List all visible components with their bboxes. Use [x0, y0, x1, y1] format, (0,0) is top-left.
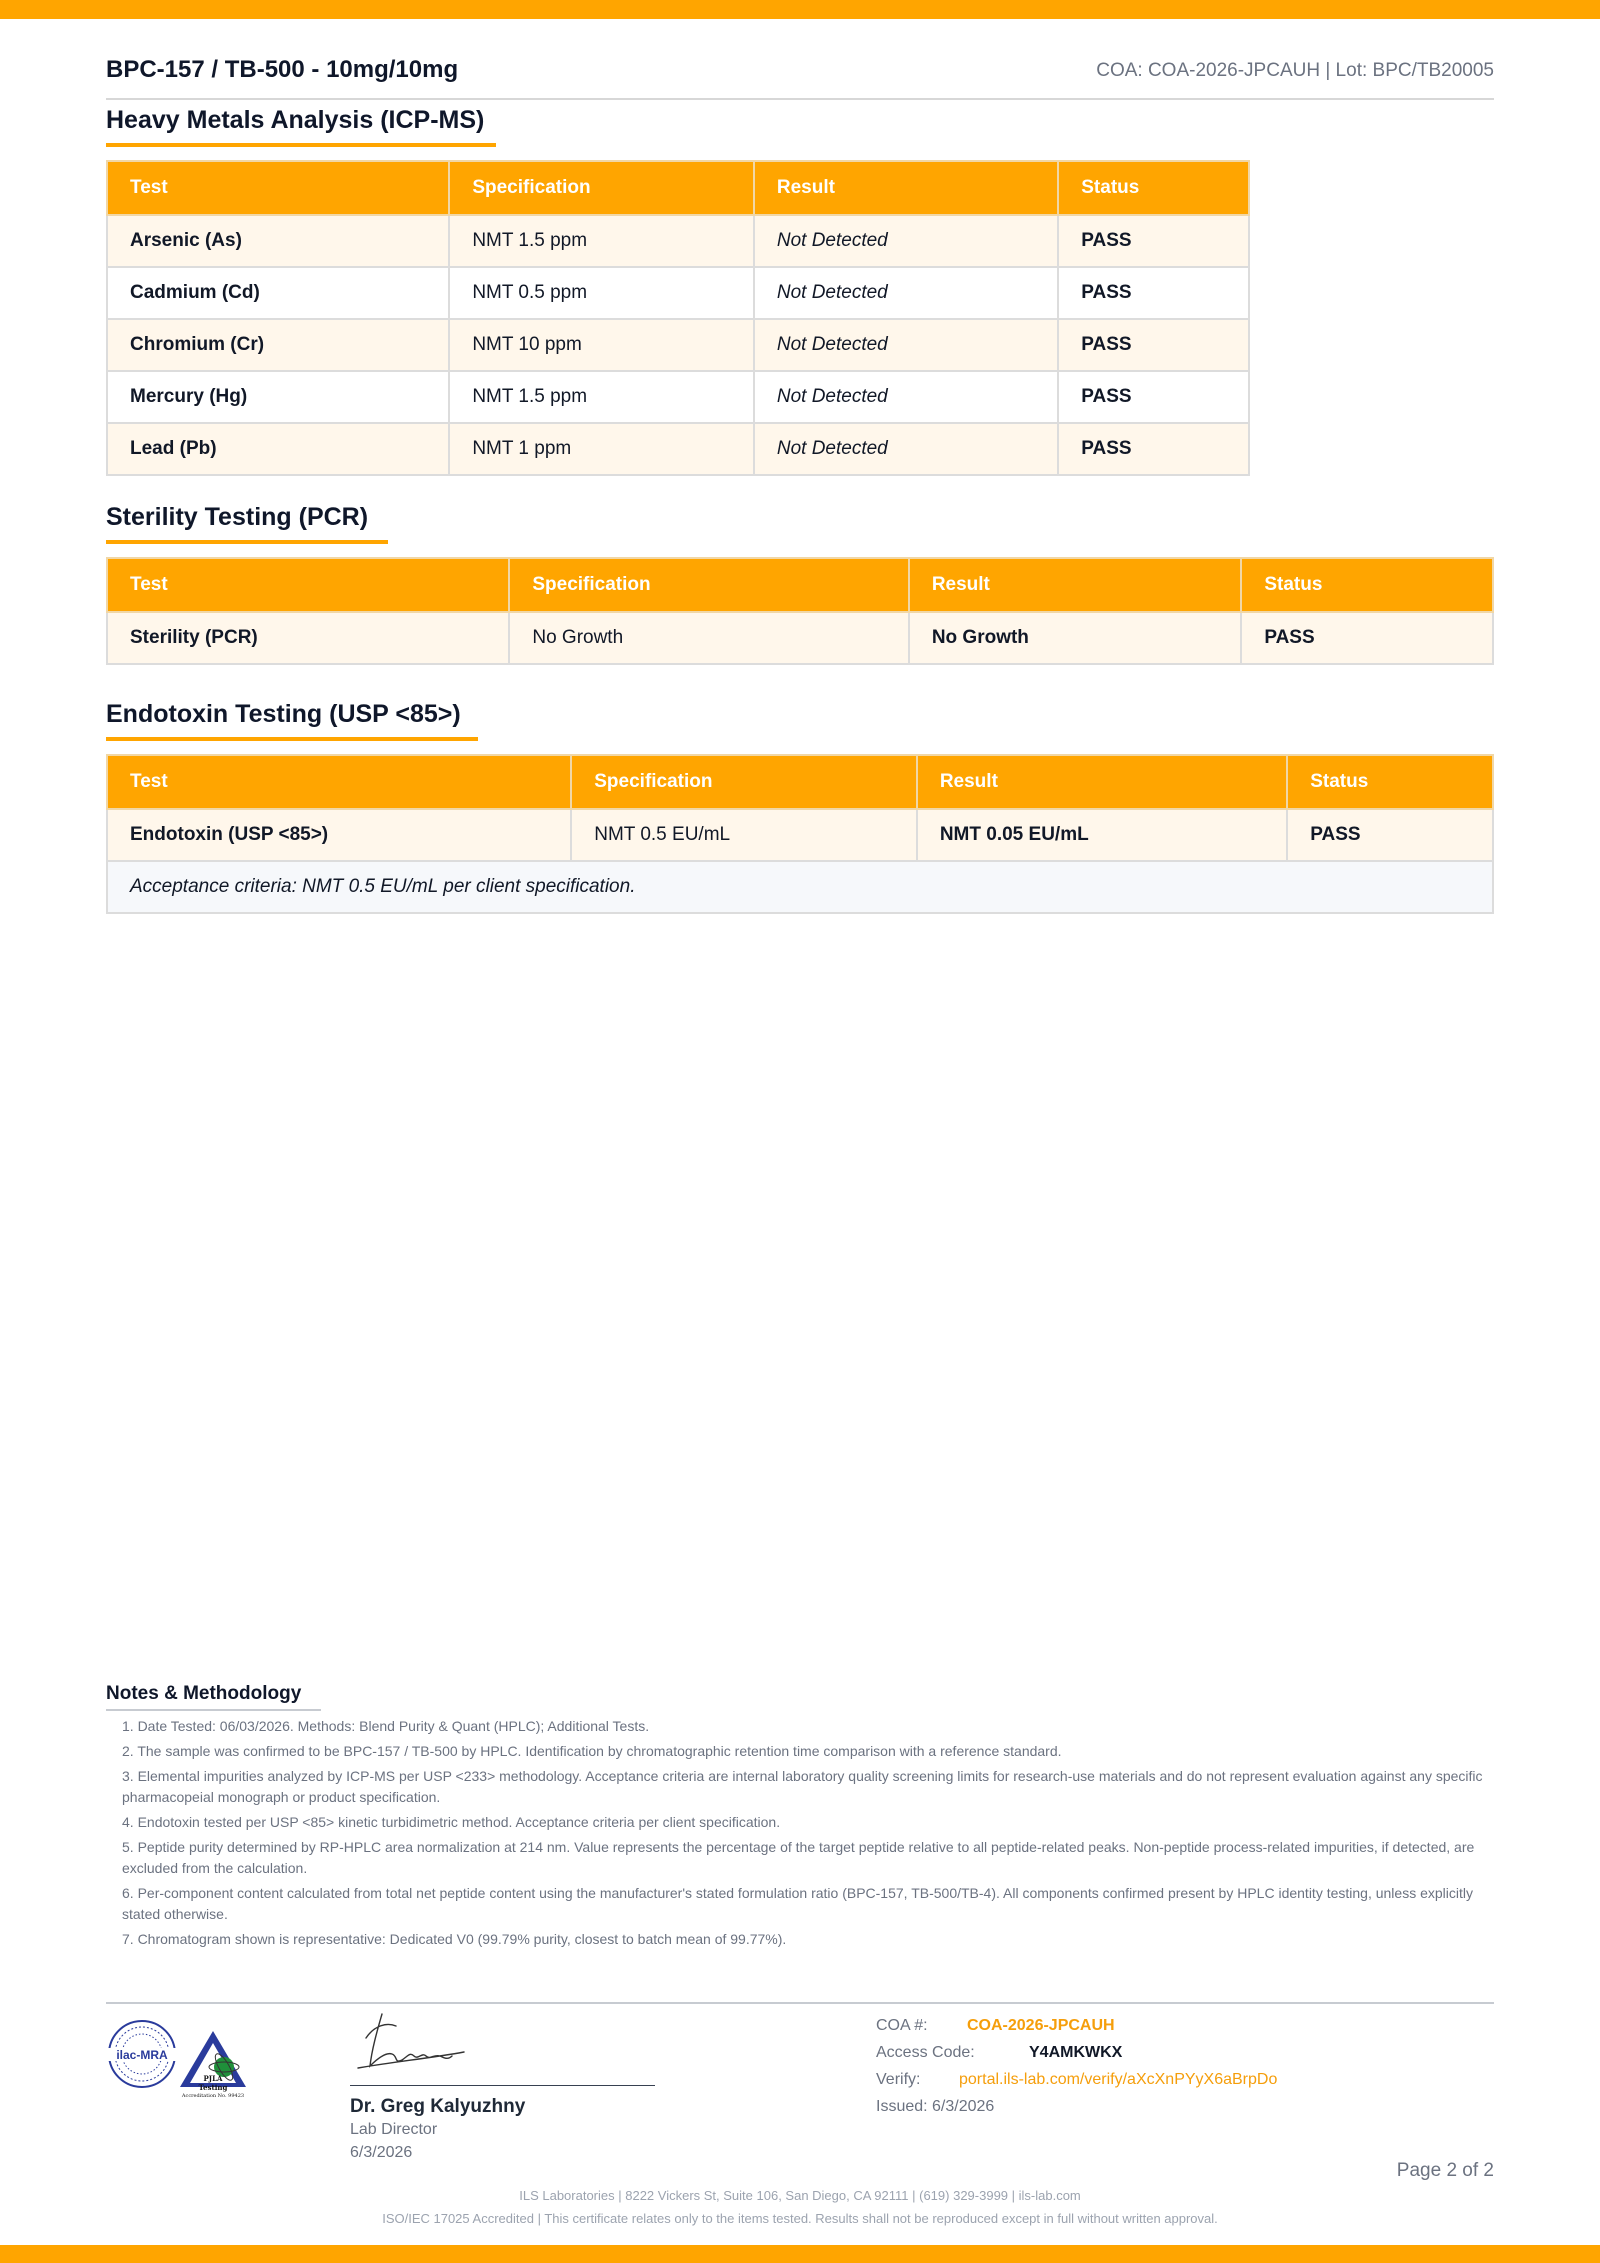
test-name: Sterility (PCR) — [105, 611, 511, 665]
result: Not Detected — [752, 266, 1060, 320]
heavy-metals-title: Heavy Metals Analysis (ICP-MS) — [106, 106, 496, 147]
specification: NMT 0.5 EU/mL — [570, 808, 918, 862]
result: No Growth — [907, 611, 1243, 665]
test-name: Endotoxin (USP <85>) — [105, 808, 573, 862]
test-name: Chromium (Cr) — [105, 318, 451, 372]
access-code-row: Access Code: Y4AMKWKX — [876, 2044, 1277, 2071]
status-pass: PASS — [1057, 318, 1250, 372]
verify-label: Verify: — [876, 2071, 921, 2088]
result: Not Detected — [752, 318, 1060, 372]
notes-list: 1. Date Tested: 06/03/2026. Methods: Ble… — [122, 1716, 1494, 1954]
table-row: Arsenic (As) NMT 1.5 ppm Not Detected PA… — [105, 214, 1250, 268]
column-header-test: Test — [105, 754, 573, 810]
note-item: 3. Elemental impurities analyzed by ICP-… — [122, 1768, 1483, 1805]
status-pass: PASS — [1057, 370, 1250, 424]
note-item: 2. The sample was confirmed to be BPC-15… — [122, 1743, 1062, 1759]
result: NMT 0.05 EU/mL — [915, 808, 1289, 862]
status-pass: PASS — [1057, 266, 1250, 320]
notes-title: Notes & Methodology — [106, 1683, 321, 1711]
specification: NMT 10 ppm — [448, 318, 755, 372]
column-header-specification: Specification — [508, 557, 910, 613]
page-number: Page 2 of 2 — [1396, 2160, 1494, 2181]
result: Not Detected — [752, 422, 1060, 476]
note-item: 1. Date Tested: 06/03/2026. Methods: Ble… — [122, 1718, 650, 1734]
ilac-mra-logo: ilac-MRA — [108, 2020, 176, 2088]
acceptance-note-row: Acceptance criteria: NMT 0.5 EU/mL per c… — [106, 860, 1494, 914]
specification: NMT 1.5 ppm — [448, 214, 755, 268]
footer-divider — [106, 2002, 1494, 2004]
column-header-test: Test — [105, 557, 511, 613]
coa-lot-info: COA: COA-2026-JPCAUH | Lot: BPC/TB20005 — [1096, 60, 1494, 81]
specification: NMT 1 ppm — [448, 422, 755, 476]
product-title: BPC-157 / TB-500 - 10mg/10mg — [106, 56, 459, 83]
acceptance-criteria-note: Acceptance criteria: NMT 0.5 EU/mL per c… — [106, 860, 1494, 914]
sterility-title: Sterility Testing (PCR) — [106, 503, 388, 544]
signatory-role: Lab Director — [350, 2121, 438, 2138]
document-header: BPC-157 / TB-500 - 10mg/10mg COA: COA-20… — [106, 52, 1494, 100]
specification: NMT 0.5 ppm — [448, 266, 755, 320]
specification: No Growth — [508, 611, 910, 665]
table-header-row: Test Specification Result Status — [105, 557, 1494, 613]
coa-number-row: COA #: COA-2026-JPCAUH — [876, 2017, 1277, 2044]
status-pass: PASS — [1286, 808, 1494, 862]
endotoxin-title: Endotoxin Testing (USP <85>) — [106, 700, 478, 741]
signature-date: 6/3/2026 — [350, 2144, 413, 2161]
access-code-label: Access Code: — [876, 2044, 975, 2061]
column-header-status: Status — [1057, 160, 1250, 216]
signature-line — [350, 2085, 655, 2086]
column-header-result: Result — [907, 557, 1243, 613]
top-accent-bar — [0, 0, 1600, 19]
test-name: Cadmium (Cd) — [105, 266, 451, 320]
table-row: Mercury (Hg) NMT 1.5 ppm Not Detected PA… — [105, 370, 1250, 424]
table-row: Chromium (Cr) NMT 10 ppm Not Detected PA… — [105, 318, 1250, 372]
note-item: 6. Per-component content calculated from… — [122, 1885, 1473, 1922]
sterility-table: Test Specification Result Status Sterili… — [105, 557, 1494, 665]
specification: NMT 1.5 ppm — [448, 370, 755, 424]
bottom-accent-bar — [0, 2245, 1600, 2263]
verify-link[interactable]: portal.ils-lab.com/verify/aXcXnPYyX6aBrp… — [959, 2071, 1277, 2088]
note-item: 5. Peptide purity determined by RP-HPLC … — [122, 1839, 1475, 1876]
column-header-result: Result — [752, 160, 1060, 216]
handwritten-signature — [357, 2013, 465, 2069]
column-header-status: Status — [1286, 754, 1494, 810]
column-header-specification: Specification — [570, 754, 918, 810]
coa-number-value: COA-2026-JPCAUH — [967, 2017, 1115, 2034]
note-item: 7. Chromatogram shown is representative:… — [122, 1931, 787, 1947]
certificate-info: COA #: COA-2026-JPCAUH Access Code: Y4AMKW… — [876, 2017, 1277, 2125]
coa-number-label: COA #: — [876, 2017, 928, 2034]
table-header-row: Test Specification Result Status — [105, 754, 1494, 810]
issued-date: Issued: 6/3/2026 — [876, 2098, 995, 2115]
column-header-specification: Specification — [448, 160, 755, 216]
table-row: Cadmium (Cd) NMT 0.5 ppm Not Detected PA… — [105, 266, 1250, 320]
table-row: Sterility (PCR) No Growth No Growth PASS — [105, 611, 1494, 665]
access-code-value: Y4AMKWKX — [1029, 2044, 1123, 2061]
table-row: Endotoxin (USP <85>) NMT 0.5 EU/mL NMT 0… — [105, 808, 1494, 862]
result: Not Detected — [752, 370, 1060, 424]
endotoxin-table: Test Specification Result Status Endotox… — [105, 754, 1494, 914]
test-name: Mercury (Hg) — [105, 370, 451, 424]
status-pass: PASS — [1240, 611, 1494, 665]
test-name: Arsenic (As) — [105, 214, 451, 268]
heavy-metals-table: Test Specification Result Status Arsenic… — [105, 160, 1250, 476]
test-name: Lead (Pb) — [105, 422, 451, 476]
verify-row: Verify: portal.ils-lab.com/verify/aXcXnPY… — [876, 2071, 1277, 2098]
svg-text:ilac-MRA: ilac-MRA — [116, 2048, 168, 2062]
table-header-row: Test Specification Result Status — [105, 160, 1250, 216]
table-row: Lead (Pb) NMT 1 ppm Not Detected PASS — [105, 422, 1250, 476]
note-item: 4. Endotoxin tested per USP <85> kinetic… — [122, 1814, 781, 1830]
signatory-name: Dr. Greg Kalyuzhny — [350, 2096, 526, 2117]
status-pass: PASS — [1057, 422, 1250, 476]
lab-address-footer: ILS Laboratories | 8222 Vickers St, Suit… — [519, 2188, 1081, 2203]
status-pass: PASS — [1057, 214, 1250, 268]
accreditation-disclaimer: ISO/IEC 17025 Accredited | This certific… — [382, 2211, 1218, 2226]
pjla-caption: PJLA Testing Accreditation No. 99423 — [181, 2074, 245, 2099]
column-header-result: Result — [915, 754, 1289, 810]
result: Not Detected — [752, 214, 1060, 268]
column-header-status: Status — [1240, 557, 1494, 613]
column-header-test: Test — [105, 160, 451, 216]
